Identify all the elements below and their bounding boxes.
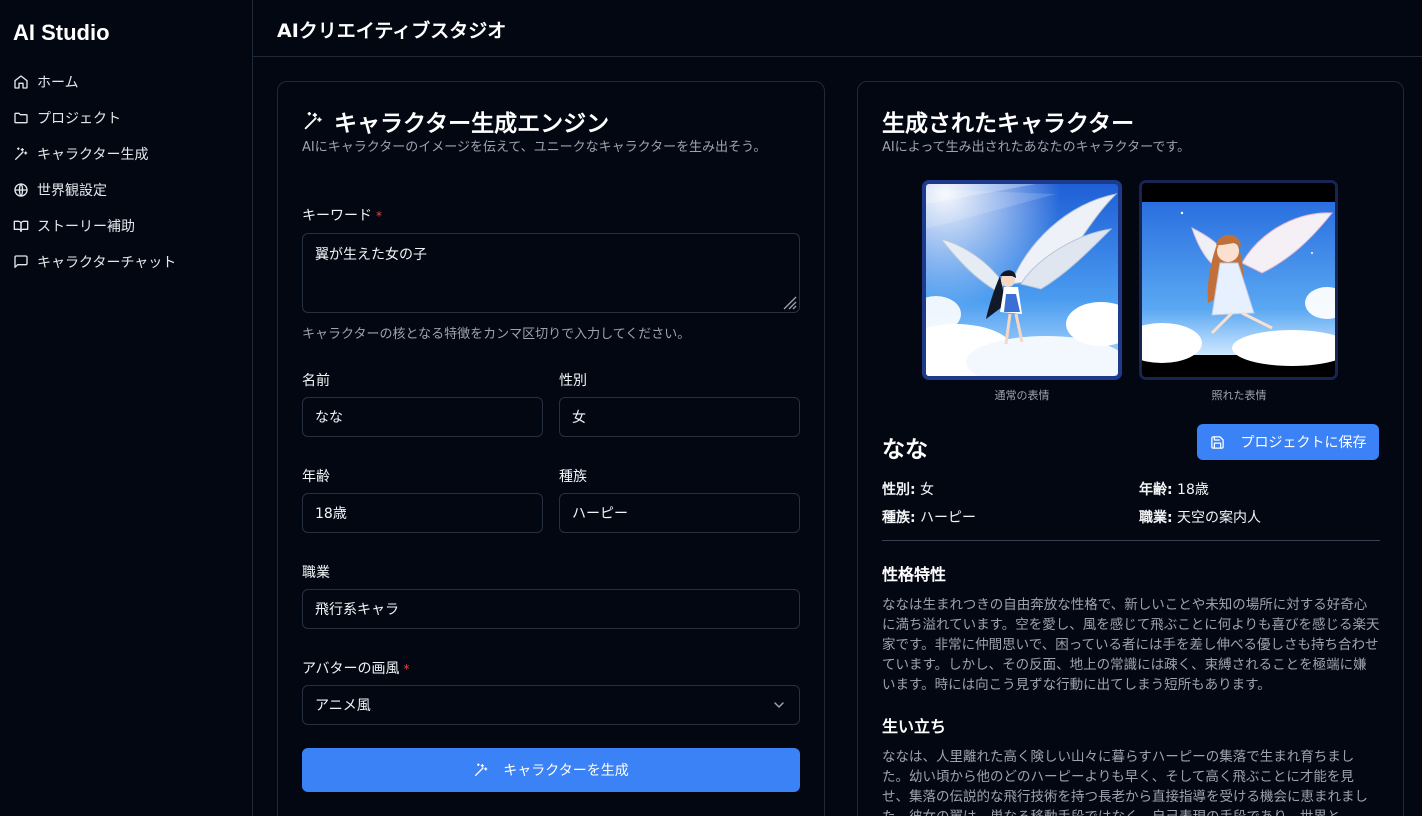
- sidebar-item-label: ストーリー補助: [37, 219, 135, 235]
- job-input[interactable]: 飛行系キャラ: [302, 589, 800, 629]
- brand-logo-text: AI Studio: [13, 20, 110, 45]
- result-description: AIによって生み出されたあなたのキャラクターです。: [882, 140, 1191, 155]
- sidebar-item-story-assist[interactable]: ストーリー補助: [0, 208, 252, 244]
- character-generator-card: キャラクター生成エンジン AIにキャラクターのイメージを伝えて、ユニークなキャラ…: [277, 81, 825, 816]
- sidebar-item-label: ホーム: [37, 75, 79, 91]
- sidebar-item-character-chat[interactable]: キャラクターチャット: [0, 244, 252, 280]
- magic-wand-icon: [15, 147, 28, 160]
- divider: [882, 540, 1380, 541]
- chat-bubble-icon: [14, 255, 28, 268]
- save-button-label: プロジェクトに保存: [1240, 435, 1367, 451]
- sidebar: AI Studio ホーム プロジェクト キャラクター生成 世界観設定 ストーリ…: [0, 0, 253, 816]
- attr-key: 性別:: [882, 482, 916, 498]
- save-icon: [1210, 435, 1224, 449]
- race-label: 種族: [559, 469, 587, 485]
- age-input[interactable]: 18歳: [302, 493, 543, 533]
- job-label: 職業: [302, 565, 330, 581]
- sidebar-item-projects[interactable]: プロジェクト: [0, 100, 252, 136]
- gender-label: 性別: [559, 373, 587, 389]
- required-mark: *: [403, 662, 410, 676]
- personality-title: 性格特性: [882, 565, 947, 584]
- sidebar-nav: ホーム プロジェクト キャラクター生成 世界観設定 ストーリー補助 キャラクター…: [0, 64, 252, 280]
- avatar-style-label-text: アバターの画風: [302, 661, 400, 677]
- gender-value: 女: [572, 410, 586, 426]
- job-value: 飛行系キャラ: [315, 602, 399, 618]
- age-label: 年齢: [302, 469, 330, 485]
- generate-button-label: キャラクターを生成: [503, 763, 629, 779]
- sidebar-item-label: キャラクターチャット: [37, 255, 177, 271]
- avatar-shy-thumbnail[interactable]: [1139, 180, 1338, 380]
- attr-value: ハーピー: [915, 510, 977, 526]
- attr-value: 18歳: [1172, 482, 1209, 498]
- generator-title: キャラクター生成エンジン: [302, 104, 609, 138]
- sidebar-item-worldbuilding[interactable]: 世界観設定: [0, 172, 252, 208]
- sidebar-item-character-generation[interactable]: キャラクター生成: [0, 136, 252, 172]
- book-icon: [13, 220, 29, 232]
- generate-character-button[interactable]: キャラクターを生成: [302, 748, 800, 792]
- attr-key: 職業:: [1139, 510, 1173, 526]
- sidebar-item-label: 世界観設定: [37, 183, 107, 199]
- attr-age: 年齢: 18歳: [1139, 479, 1209, 499]
- top-bar: AIクリエイティブスタジオ: [253, 0, 1422, 57]
- keyword-label-text: キーワード: [302, 208, 372, 224]
- folder-icon: [14, 112, 28, 124]
- avatar-normal-thumbnail[interactable]: [922, 180, 1122, 380]
- sidebar-item-home[interactable]: ホーム: [0, 64, 252, 100]
- generator-description: AIにキャラクターのイメージを伝えて、ユニークなキャラクターを生み出そう。: [302, 140, 767, 155]
- background-title: 生い立ち: [882, 717, 947, 736]
- magic-wand-icon: [475, 763, 488, 776]
- attr-race: 種族: ハーピー: [882, 507, 976, 527]
- keyword-textarea[interactable]: 翼が生えた女の子: [302, 233, 800, 313]
- avatar-shy-caption: 照れた表情: [1211, 389, 1267, 402]
- attr-value: 天空の案内人: [1172, 510, 1262, 526]
- keyword-value: 翼が生えた女の子: [315, 247, 427, 263]
- avatar-style-select[interactable]: アニメ風: [302, 685, 800, 725]
- angel-character-shy-illustration: [1142, 183, 1335, 377]
- generated-character-card: 生成されたキャラクター AIによって生み出されたあなたのキャラクターです。 通常…: [857, 81, 1404, 816]
- sidebar-item-label: プロジェクト: [37, 111, 121, 127]
- avatar-style-value: アニメ風: [315, 698, 371, 714]
- attr-value: 女: [915, 482, 935, 498]
- result-title: 生成されたキャラクター: [882, 111, 1135, 137]
- magic-wand-icon: [304, 111, 322, 130]
- age-value: 18歳: [315, 506, 347, 522]
- angel-character-illustration: [926, 184, 1118, 376]
- avatar-normal-caption: 通常の表情: [994, 389, 1050, 402]
- generator-title-text: キャラクター生成エンジン: [334, 111, 610, 137]
- sidebar-item-label: キャラクター生成: [37, 147, 149, 163]
- gender-input[interactable]: 女: [559, 397, 800, 437]
- background-text: ななは、人里離れた高く険しい山々に暮らすハーピーの集落で生まれ育ちました。幼い頃…: [882, 749, 1368, 816]
- required-mark: *: [376, 209, 382, 223]
- chevron-down-icon: [774, 702, 784, 708]
- globe-icon: [14, 183, 28, 197]
- attr-gender: 性別: 女: [882, 479, 934, 499]
- race-value: ハーピー: [572, 506, 628, 522]
- race-input[interactable]: ハーピー: [559, 493, 800, 533]
- home-icon: [14, 75, 28, 89]
- name-value: なな: [315, 410, 343, 426]
- resize-handle-icon[interactable]: [779, 292, 797, 310]
- character-name: なな: [882, 437, 928, 463]
- attr-key: 種族:: [882, 510, 916, 526]
- name-label: 名前: [302, 373, 330, 389]
- personality-text: ななは生まれつきの自由奔放な性格で、新しいことや未知の場所に対する好奇心に満ち溢…: [882, 597, 1380, 693]
- keyword-hint: キャラクターの核となる特徴をカンマ区切りで入力してください。: [302, 327, 691, 342]
- save-to-project-button[interactable]: プロジェクトに保存: [1197, 424, 1379, 460]
- name-input[interactable]: なな: [302, 397, 543, 437]
- attr-job: 職業: 天空の案内人: [1139, 507, 1261, 527]
- attr-key: 年齢:: [1139, 482, 1173, 498]
- keyword-label: キーワード *: [302, 205, 382, 225]
- page-title: AIクリエイティブスタジオ: [277, 20, 507, 42]
- avatar-style-label: アバターの画風 *: [302, 658, 409, 678]
